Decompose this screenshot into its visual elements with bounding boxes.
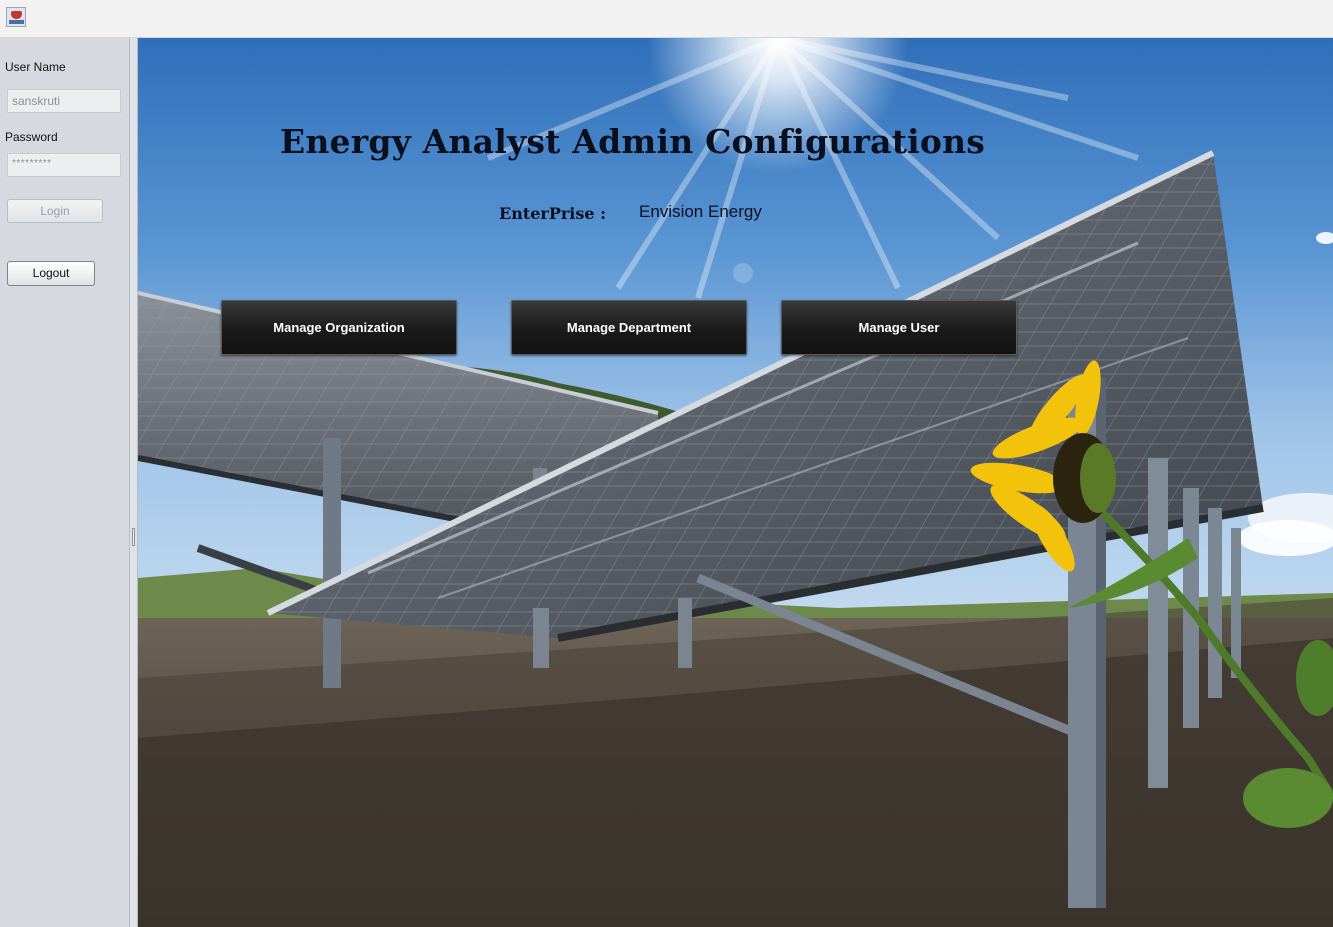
solar-farm-background-image bbox=[138, 38, 1333, 927]
split-pane-divider[interactable] bbox=[129, 38, 138, 927]
app-icon[interactable] bbox=[6, 7, 26, 27]
enterprise-name: Envision Energy bbox=[639, 202, 762, 221]
password-field[interactable]: ********* bbox=[7, 153, 121, 177]
admin-work-area: Energy Analyst Admin Configurations Ente… bbox=[138, 38, 1333, 927]
page-title: Energy Analyst Admin Configurations bbox=[280, 122, 986, 161]
login-panel: User Name sanskruti Password ********* bbox=[0, 38, 129, 927]
manage-department-button[interactable]: Manage Department bbox=[511, 300, 747, 355]
username-label: User Name bbox=[5, 60, 66, 74]
enterprise-label: EnterPrise : bbox=[499, 204, 607, 223]
manage-organization-button[interactable]: Manage Organization bbox=[221, 300, 457, 355]
logout-button[interactable]: Logout bbox=[7, 261, 95, 286]
username-field[interactable]: sanskruti bbox=[7, 89, 121, 113]
login-button[interactable]: Login bbox=[7, 199, 103, 223]
password-label: Password bbox=[5, 130, 58, 144]
manage-user-button[interactable]: Manage User bbox=[781, 300, 1017, 355]
divider-grip[interactable] bbox=[132, 528, 135, 546]
window-title-bar bbox=[0, 0, 1333, 38]
